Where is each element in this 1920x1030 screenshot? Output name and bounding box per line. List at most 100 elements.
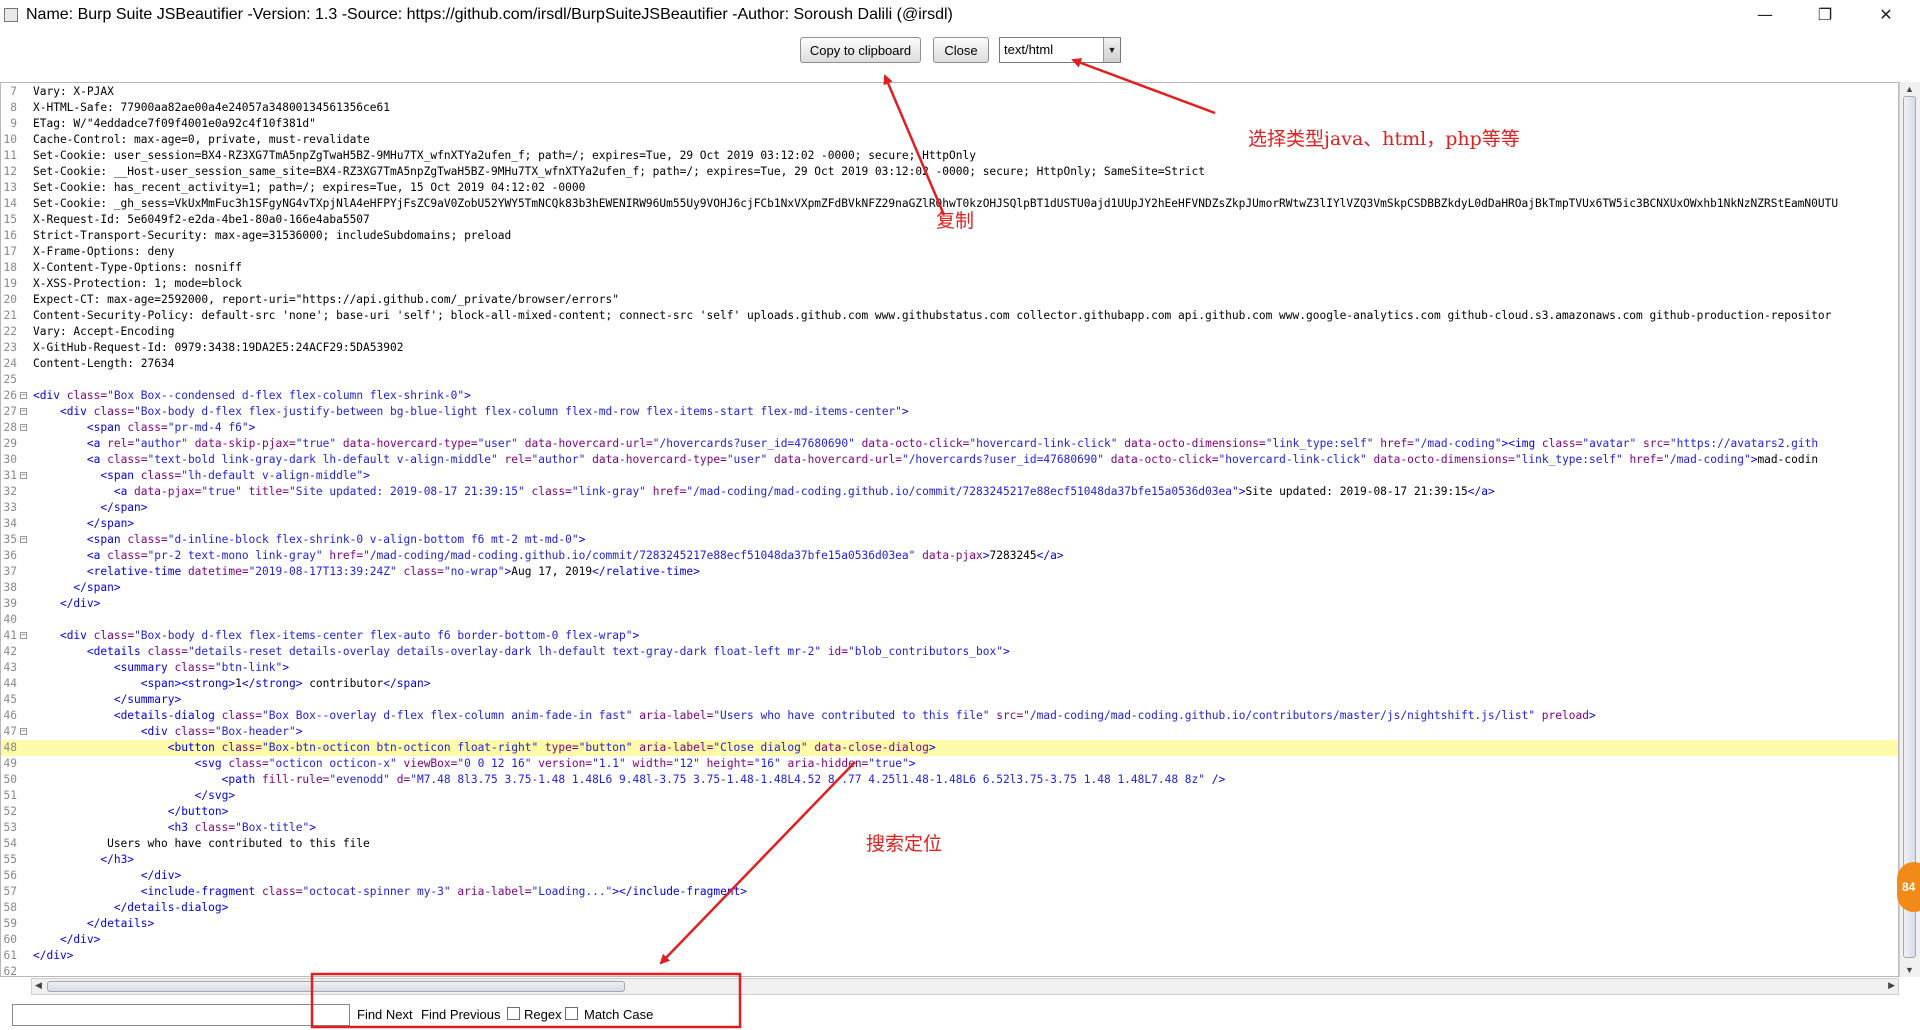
code-line[interactable]: 40 [1, 612, 1898, 628]
code-line[interactable]: 28− <span class="pr-md-4 f6"> [1, 420, 1898, 436]
code-line[interactable]: 47− <div class="Box-header"> [1, 724, 1898, 740]
fold-toggle-icon[interactable]: − [20, 424, 27, 431]
code-line[interactable]: 61 </div> [1, 948, 1898, 964]
code-line[interactable]: 44 <span><strong>1</strong> contributor<… [1, 676, 1898, 692]
maximize-button[interactable]: ❐ [1797, 0, 1853, 31]
code-line[interactable]: 21 Content-Security-Policy: default-src '… [1, 308, 1898, 324]
code-line[interactable]: 30 <a class="text-bold link-gray-dark lh… [1, 452, 1898, 468]
code-line[interactable]: 26− <div class="Box Box--condensed d-flex… [1, 388, 1898, 404]
code-line[interactable]: 31− <span class="lh-default v-align-midd… [1, 468, 1898, 484]
code-line[interactable]: 59 </details> [1, 916, 1898, 932]
match-case-checkbox[interactable] [565, 1007, 578, 1020]
line-number: 37 [3, 565, 17, 578]
code-token: datetime= [187, 565, 249, 578]
code-line[interactable]: 35− <span class="d-inline-block flex-shr… [1, 532, 1898, 548]
code-line[interactable]: 29 <a rel="author" data-skip-pjax="true"… [1, 436, 1898, 452]
code-line[interactable]: 27− <div class="Box-body d-flex flex-jus… [1, 404, 1898, 420]
scroll-left-icon[interactable]: ◀ [35, 980, 42, 991]
code-line[interactable]: 41− <div class="Box-body d-flex flex-ite… [1, 628, 1898, 644]
code-line[interactable]: 32 <a data-pjax="true" title="Site updat… [1, 484, 1898, 500]
code-line[interactable]: 36 <a class="pr-2 text-mono link-gray" h… [1, 548, 1898, 564]
code-line[interactable]: 53 <h3 class="Box-title"> [1, 820, 1898, 836]
code-line[interactable]: 20 Expect-CT: max-age=2592000, report-uri… [1, 292, 1898, 308]
code-line[interactable]: 37 <relative-time datetime="2019-08-17T1… [1, 564, 1898, 580]
copy-to-clipboard-button[interactable]: Copy to clipboard [800, 37, 921, 63]
fold-toggle-icon[interactable]: − [20, 728, 27, 735]
code-line[interactable]: 34 </span> [1, 516, 1898, 532]
vertical-scroll-thumb[interactable] [1903, 96, 1916, 958]
code-line[interactable]: 39 </div> [1, 596, 1898, 612]
code-line[interactable]: 25 [1, 372, 1898, 388]
code-line[interactable]: 46 <details-dialog class="Box Box--overl… [1, 708, 1898, 724]
fold-toggle-icon[interactable]: − [20, 472, 27, 479]
code-line[interactable]: 42 <details class="details-reset details… [1, 644, 1898, 660]
code-line[interactable]: 48 <button class="Box-btn-octicon btn-oc… [1, 740, 1898, 756]
code-line[interactable]: 18 X-Content-Type-Options: nosniff [1, 260, 1898, 276]
code-line[interactable]: 38 </span> [1, 580, 1898, 596]
code-text: </h3> [33, 852, 134, 868]
code-line[interactable]: 54 Users who have contributed to this fi… [1, 836, 1898, 852]
close-button[interactable]: Close [933, 37, 989, 63]
line-number: 18 [3, 261, 17, 274]
fold-toggle-icon[interactable]: − [20, 392, 27, 399]
title-bar: Name: Burp Suite JSBeautifier -Version: … [0, 0, 1920, 31]
floating-badge[interactable]: 84 [1897, 862, 1920, 912]
fold-toggle-icon[interactable]: − [20, 536, 27, 543]
code-line[interactable]: 62 [1, 964, 1898, 977]
code-token: "16" [753, 757, 788, 770]
horizontal-scroll-thumb[interactable] [47, 981, 625, 992]
code-line[interactable]: 12 Set-Cookie: __Host-user_session_same_s… [1, 164, 1898, 180]
code-token: data-pjax [922, 549, 983, 562]
content-type-select[interactable]: text/html ▼ [999, 37, 1121, 63]
minimize-button[interactable]: — [1737, 0, 1793, 31]
code-line[interactable]: 7 Vary: X-PJAX [1, 84, 1898, 100]
fold-toggle-icon[interactable]: − [20, 632, 27, 639]
code-line[interactable]: 45 </summary> [1, 692, 1898, 708]
vertical-scrollbar[interactable]: ▲ ▼ [1899, 82, 1920, 977]
code-line[interactable]: 52 </button> [1, 804, 1898, 820]
code-line[interactable]: 9 ETag: W/"4eddadce7f09f4001e0a92c4f10f38… [1, 116, 1898, 132]
code-line[interactable]: 22 Vary: Accept-Encoding [1, 324, 1898, 340]
code-line[interactable]: 60 </div> [1, 932, 1898, 948]
code-line[interactable]: 49 <svg class="octicon octicon-x" viewBo… [1, 756, 1898, 772]
code-line[interactable]: 24 Content-Length: 27634 [1, 356, 1898, 372]
code-line[interactable]: 50 <path fill-rule="evenodd" d="M7.48 8l… [1, 772, 1898, 788]
code-token: aria-label= [457, 885, 532, 898]
code-token: href= [1629, 453, 1664, 466]
scroll-right-icon[interactable]: ▶ [1888, 980, 1895, 991]
find-previous-button[interactable]: Find Previous [421, 1007, 500, 1022]
code-line[interactable]: 51 </svg> [1, 788, 1898, 804]
code-line[interactable]: 57 <include-fragment class="octocat-spin… [1, 884, 1898, 900]
code-line[interactable]: 33 </span> [1, 500, 1898, 516]
code-token: "details-reset details-overlay details-o… [187, 645, 828, 658]
code-line[interactable]: 55 </h3> [1, 852, 1898, 868]
code-line[interactable]: 19 X-XSS-Protection: 1; mode=block [1, 276, 1898, 292]
code-token: href= [1380, 437, 1414, 450]
line-number: 34 [3, 517, 17, 530]
code-line[interactable]: 13 Set-Cookie: has_recent_activity=1; pat… [1, 180, 1898, 196]
line-number: 62 [3, 965, 17, 977]
code-line[interactable]: 23 X-GitHub-Request-Id: 0979:3438:19DA2E5… [1, 340, 1898, 356]
search-input[interactable] [12, 1004, 350, 1026]
window-close-button[interactable]: ✕ [1858, 0, 1914, 31]
code-token: Users who have contributed to this file [33, 837, 370, 850]
code-line[interactable]: 43 <summary class="btn-link"> [1, 660, 1898, 676]
chevron-down-icon[interactable]: ▼ [1103, 38, 1120, 62]
code-line[interactable]: 8 X-HTML-Safe: 77900aa82ae00a4e24057a3480… [1, 100, 1898, 116]
code-line[interactable]: 17 X-Frame-Options: deny [1, 244, 1898, 260]
code-line[interactable]: 58 </details-dialog> [1, 900, 1898, 916]
fold-toggle-icon[interactable]: − [20, 408, 27, 415]
scroll-down-icon[interactable]: ▼ [1905, 965, 1914, 975]
line-number: 54 [3, 837, 17, 850]
horizontal-scrollbar[interactable]: ◀ ▶ [31, 978, 1899, 995]
find-next-button[interactable]: Find Next [357, 1007, 413, 1022]
code-line[interactable]: 56 </div> [1, 868, 1898, 884]
scroll-up-icon[interactable]: ▲ [1905, 84, 1914, 94]
code-text: </button> [33, 804, 229, 820]
regex-checkbox[interactable] [507, 1007, 520, 1020]
code-token: "link-gray" [571, 485, 653, 498]
code-line[interactable]: 11 Set-Cookie: user_session=BX4-RZ3XG7TmA… [1, 148, 1898, 164]
code-text: Strict-Transport-Security: max-age=31536… [33, 228, 511, 244]
code-line[interactable]: 10 Cache-Control: max-age=0, private, mus… [1, 132, 1898, 148]
